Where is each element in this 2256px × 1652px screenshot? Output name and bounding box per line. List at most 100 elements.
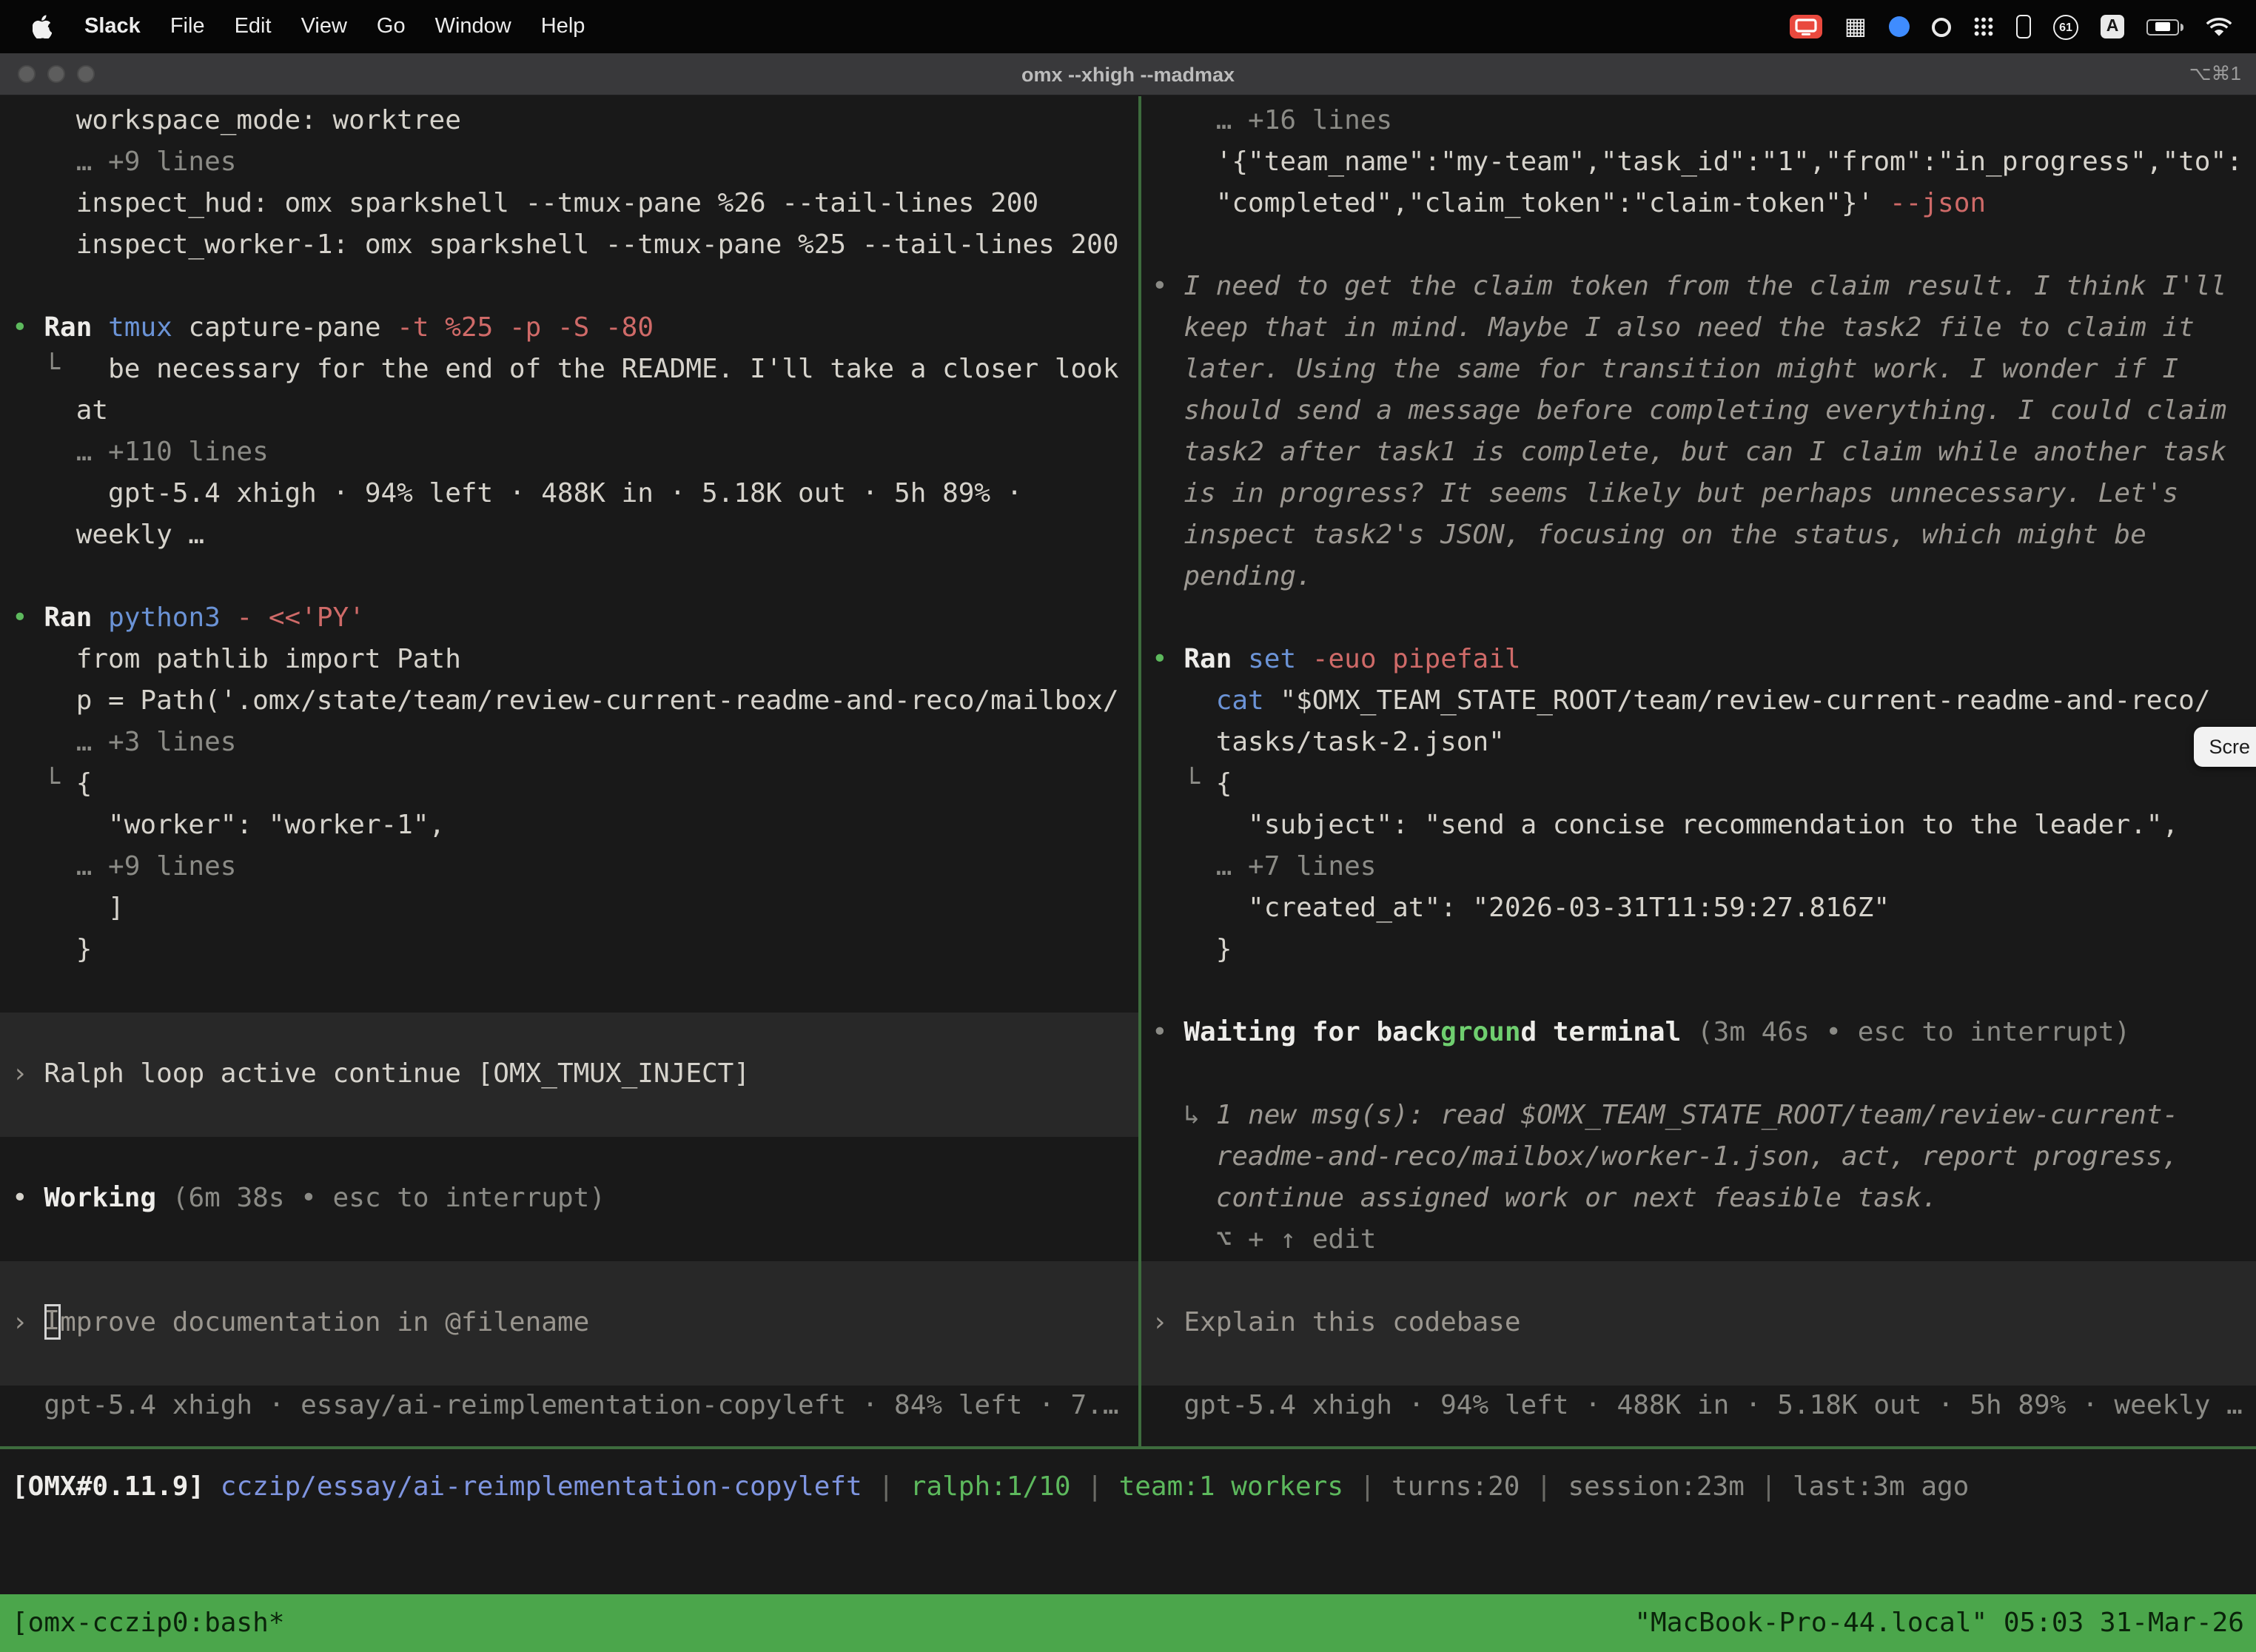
wifi-icon[interactable] — [2206, 17, 2232, 36]
text-segment: pending. — [1152, 561, 1312, 592]
terminal-line: … +7 lines — [1141, 847, 2256, 888]
terminal-line: } — [1141, 930, 2256, 971]
terminal-line: workspace_mode: worktree — [0, 101, 1138, 142]
terminal-line: weekly … — [0, 515, 1138, 557]
text-segment: › — [1152, 1307, 1184, 1338]
terminal-line: } — [0, 930, 1138, 971]
battery-icon[interactable] — [2146, 19, 2179, 35]
text-segment: -euo pipefail — [1312, 644, 1521, 675]
hud-divider — [0, 1446, 2256, 1449]
window-title-bar[interactable]: omx --xhigh --madmax ⌥⌘1 — [0, 53, 2256, 96]
inject-status-line[interactable]: › Ralph loop active continue [OMX_TMUX_I… — [0, 1054, 1138, 1095]
input-source-icon[interactable]: A — [2101, 15, 2124, 38]
ring-app-icon[interactable] — [1932, 17, 1951, 36]
text-segment: I — [44, 1304, 60, 1340]
composer-input-line[interactable]: › Improve documentation in @filename — [0, 1303, 1138, 1344]
text-segment: weekly … — [12, 520, 204, 551]
terminal-line: "created_at": "2026-03-31T11:59:27.816Z" — [1141, 888, 2256, 930]
text-segment: continue assigned work or next feasible … — [1152, 1183, 1938, 1214]
text-segment: should send a message before completing … — [1152, 395, 2226, 426]
text-segment: session:23m — [1568, 1471, 1744, 1502]
device-phone-icon[interactable] — [2016, 15, 2031, 38]
terminal-line: ↳ 1 new msg(s): read $OMX_TEAM_STATE_ROO… — [1141, 1095, 2256, 1137]
menu-item-go[interactable]: Go — [362, 0, 420, 53]
menu-item-edit[interactable]: Edit — [220, 0, 286, 53]
text-segment: • — [12, 602, 44, 634]
terminal-line: continue assigned work or next feasible … — [1141, 1178, 2256, 1220]
window-grid-icon[interactable]: ▦ — [1844, 15, 1867, 38]
text-segment: • — [1152, 271, 1184, 302]
text-segment: › — [12, 1307, 44, 1338]
window-shortcut: ⌥⌘1 — [2189, 62, 2241, 86]
text-segment: ↳ — [1152, 1100, 1216, 1131]
minimize-button[interactable] — [47, 65, 65, 83]
text-segment: groun — [1440, 1017, 1520, 1048]
terminal-line: '{"team_name":"my-team","task_id":"1","f… — [1141, 142, 2256, 184]
text-segment: { — [1216, 768, 1232, 799]
text-segment: • — [1152, 1017, 1184, 1048]
menu-item-help[interactable]: Help — [526, 0, 600, 53]
ran-set-line: • Ran set -euo pipefail — [1141, 639, 2256, 681]
terminal-line — [1141, 598, 2256, 639]
apple-menu-icon[interactable] — [24, 15, 61, 38]
text-segment: Ran — [1184, 644, 1248, 675]
tmux-pane-left[interactable]: workspace_mode: worktree … +9 lines insp… — [0, 96, 1138, 1446]
zoom-button[interactable] — [77, 65, 95, 83]
text-segment: "completed","claim_token":"claim-token"}… — [1152, 188, 1890, 219]
text-segment: } — [1152, 934, 1232, 965]
pane-status-line: gpt-5.4 xhigh · 94% left · 488K in · 5.1… — [1141, 1386, 2256, 1427]
terminal-line — [0, 1220, 1138, 1261]
battery-percentage-icon[interactable]: 61 — [2053, 14, 2078, 39]
text-segment: is in progress? It seems likely but perh… — [1152, 478, 2178, 509]
tmux-pane-right[interactable]: … +16 lines '{"team_name":"my-team","tas… — [1141, 96, 2256, 1446]
terminal-line: pending. — [1141, 557, 2256, 598]
text-segment: p = Path('.omx/state/team/review-current… — [12, 685, 1119, 716]
text-segment: turns:20 — [1391, 1471, 1520, 1502]
suggestion-prompt-line[interactable]: › Explain this codebase — [1141, 1303, 2256, 1344]
menu-item-view[interactable]: View — [286, 0, 362, 53]
close-button[interactable] — [18, 65, 36, 83]
menu-bar-status-icons: ▦ 61 A — [1790, 14, 2256, 39]
text-segment: - <<'PY' — [237, 602, 365, 634]
text-segment: keep that in mind. Maybe I also need the… — [1152, 312, 2195, 343]
terminal-line: cat "$OMX_TEAM_STATE_ROOT/team/review-cu… — [1141, 681, 2256, 722]
terminal-line: p = Path('.omx/state/team/review-current… — [0, 681, 1138, 722]
text-segment: } — [12, 934, 92, 965]
omx-status-line: [OMX#0.11.9] cczip/essay/ai-reimplementa… — [0, 1467, 2256, 1508]
text-segment: from pathlib import Path — [12, 644, 461, 675]
terminal-line: tasks/task-2.json" — [1141, 722, 2256, 764]
text-segment: cczip/essay/ai-reimplementation-copyleft — [221, 1471, 862, 1502]
text-segment: "subject": "send a concise recommendatio… — [1152, 810, 2178, 841]
terminal-line: inspect_hud: omx sparkshell --tmux-pane … — [0, 184, 1138, 225]
terminal-line: from pathlib import Path — [0, 639, 1138, 681]
text-segment: └ — [1152, 768, 1216, 799]
blue-app-icon[interactable] — [1889, 16, 1910, 37]
text-segment: gpt-5.4 xhigh · essay/ai-reimplementatio… — [12, 1390, 1119, 1421]
terminal-line: … +16 lines — [1141, 101, 2256, 142]
text-segment: capture-pane — [188, 312, 397, 343]
terminal-line: at — [0, 391, 1138, 432]
menu-item-slack[interactable]: Slack — [70, 0, 155, 53]
text-segment: tmux — [108, 312, 188, 343]
terminal: workspace_mode: worktree … +9 lines insp… — [0, 96, 2256, 1594]
text-segment: -t %25 -p -S -80 — [397, 312, 654, 343]
text-segment: … +110 lines — [12, 437, 269, 468]
text-segment: inspect task2's JSON, focusing on the st… — [1152, 520, 2146, 551]
tmux-panes: workspace_mode: worktree … +9 lines insp… — [0, 96, 2256, 1446]
menu-item-file[interactable]: File — [155, 0, 220, 53]
terminal-line — [1141, 1261, 2256, 1303]
terminal-line: later. Using the same for transition mig… — [1141, 349, 2256, 391]
terminal-line: "subject": "send a concise recommendatio… — [1141, 805, 2256, 847]
text-segment: … +7 lines — [1152, 851, 1376, 882]
text-segment: | — [862, 1471, 910, 1502]
tmux-host-clock: "MacBook-Pro-44.local" 05:03 31-Mar-26 — [1634, 1608, 2244, 1639]
text-segment: set — [1248, 644, 1312, 675]
app-launcher-dots-icon[interactable] — [1973, 16, 1994, 37]
text-segment: Ran — [44, 602, 108, 634]
menu-item-window[interactable]: Window — [420, 0, 526, 53]
screen-recording-icon[interactable] — [1790, 15, 1822, 38]
traffic-lights — [18, 65, 95, 83]
text-segment: cat — [1152, 685, 1280, 716]
text-segment: tasks/task-2.json" — [1152, 727, 1505, 758]
text-segment: Working — [44, 1183, 172, 1214]
